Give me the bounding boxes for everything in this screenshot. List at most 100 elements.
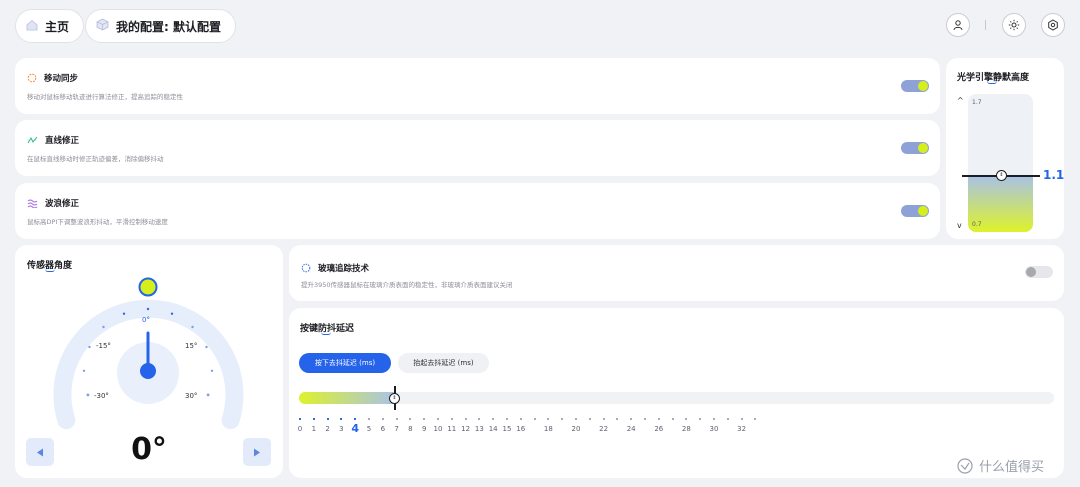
lod-track[interactable] <box>968 94 1033 232</box>
debounce-tick <box>713 418 715 420</box>
angle-label-30: 30° <box>185 392 198 400</box>
dial-tick <box>102 325 105 329</box>
debounce-tick-label[interactable]: 32 <box>737 425 746 433</box>
home-icon <box>26 19 38 34</box>
sun-icon <box>1008 19 1020 31</box>
lod-up-arrow[interactable]: ^ <box>957 96 964 105</box>
debounce-fill <box>299 392 395 404</box>
lod-min-label: 0.7 <box>972 221 982 228</box>
debounce-tick-label[interactable]: 0 <box>298 425 302 433</box>
lod-value: 1.1 <box>1043 168 1065 182</box>
debounce-tick <box>326 418 329 420</box>
angle-snap-toggle[interactable] <box>901 142 929 154</box>
debounce-tick <box>354 418 357 420</box>
settings-button[interactable] <box>1041 13 1065 37</box>
angle-handle <box>138 277 158 297</box>
debounce-tick-label[interactable]: 10 <box>434 425 443 433</box>
debounce-tick-label[interactable]: 9 <box>422 425 426 433</box>
debounce-tick <box>657 418 660 420</box>
lod-down-arrow[interactable]: v <box>957 221 962 230</box>
debounce-tick-label[interactable]: 11 <box>447 425 456 433</box>
angle-dial[interactable] <box>15 265 283 445</box>
debounce-tick <box>492 418 495 420</box>
line-correction-icon <box>27 136 38 144</box>
debounce-tick-label[interactable]: 24 <box>627 425 636 433</box>
debounce-tick-label[interactable]: 13 <box>475 425 484 433</box>
debounce-tick-label[interactable]: 16 <box>516 425 525 433</box>
tab-press-debounce[interactable]: 按下去抖延迟 (ms) <box>299 353 391 373</box>
glass-title: 玻璃追踪技术 <box>318 264 370 274</box>
debounce-track[interactable] <box>299 392 1054 404</box>
dial-tick <box>88 345 91 349</box>
dial-tick <box>146 307 150 311</box>
debounce-minor-tick <box>533 418 536 420</box>
glass-tracking-toggle[interactable] <box>1025 266 1053 278</box>
debounce-title: 按键防抖延迟 <box>300 324 355 335</box>
debounce-tick <box>602 418 605 420</box>
debounce-tick <box>478 418 481 420</box>
debounce-tick-label[interactable]: 22 <box>599 425 608 433</box>
ripple-control-toggle[interactable] <box>901 205 929 217</box>
debounce-tick-label[interactable]: 15 <box>503 425 512 433</box>
debounce-tick-label[interactable]: 6 <box>381 425 385 433</box>
debounce-tick <box>368 418 370 420</box>
dial-tick <box>191 325 194 329</box>
debounce-tick-label[interactable]: 4 <box>351 422 359 435</box>
debounce-tick <box>575 418 577 420</box>
dial-tick <box>205 345 208 349</box>
debounce-tick <box>740 418 743 420</box>
home-button[interactable]: 主页 <box>15 9 85 43</box>
debounce-tick-label[interactable]: 28 <box>682 425 691 433</box>
watermark: 什么值得买 <box>955 456 1044 475</box>
angle-label-15: 15° <box>185 342 198 350</box>
option-title: 波浪修正 <box>45 199 80 209</box>
option-card-ripple-control: 波浪修正 鼠标高DPI下调整波浪形抖动，平滑控制移动速度 <box>15 183 940 239</box>
debounce-tick <box>381 418 384 420</box>
debounce-tick <box>464 418 467 420</box>
debounce-tick-label[interactable]: 1 <box>312 425 316 433</box>
gear-icon <box>1048 19 1058 31</box>
debounce-minor-tick <box>699 418 702 420</box>
dial-tick <box>206 393 210 397</box>
debounce-minor-tick <box>588 418 591 420</box>
lod-handle[interactable]: ⇕ <box>996 170 1007 181</box>
debounce-tick <box>340 418 343 420</box>
debounce-tick <box>685 418 688 420</box>
debounce-tick <box>409 418 412 420</box>
dial-tick <box>170 312 174 315</box>
debounce-handle[interactable]: ⇕ <box>389 393 400 404</box>
header-divider <box>985 20 986 30</box>
debounce-tick-label[interactable]: 20 <box>572 425 581 433</box>
option-title: 直线修正 <box>45 136 80 146</box>
debounce-tick-label[interactable]: 12 <box>461 425 470 433</box>
lod-card: 光学引擎静默高度 ^ v 1.7 0.7 ⇕ 1.1 <box>946 58 1064 239</box>
debounce-tick-label[interactable]: 5 <box>367 425 371 433</box>
config-label: 我的配置: 默认配置 <box>116 19 221 34</box>
debounce-tick-label[interactable]: 3 <box>339 425 343 433</box>
option-card-angle-snap: 直线修正 在鼠标直线移动时修正轨迹偏差，消除偏移抖动 <box>15 120 940 176</box>
user-button[interactable] <box>946 13 970 37</box>
debounce-tick-label[interactable]: 8 <box>408 425 412 433</box>
debounce-tick <box>547 418 550 420</box>
watermark-logo-icon <box>957 457 973 474</box>
config-selector-button[interactable]: 我的配置: 默认配置 <box>85 9 236 43</box>
motion-sync-icon <box>27 73 37 83</box>
angle-label-0: 0° <box>142 316 150 324</box>
angle-label-neg15: -15° <box>96 342 111 350</box>
debounce-tick <box>437 418 439 420</box>
debounce-tick-label[interactable]: 18 <box>544 425 553 433</box>
debounce-minor-tick <box>671 418 674 420</box>
user-icon <box>953 20 963 31</box>
motion-sync-toggle[interactable] <box>901 80 929 92</box>
debounce-minor-tick <box>726 418 729 420</box>
tab-release-debounce[interactable]: 抬起去抖延迟 (ms) <box>398 353 489 373</box>
debounce-tick <box>450 418 453 420</box>
glass-tracking-card: 玻璃追踪技术 提升3950传感器鼠标在玻璃介质表面的稳定性，非玻璃介质表面建议关… <box>289 245 1064 301</box>
brightness-button[interactable] <box>1002 13 1026 37</box>
debounce-tick-label[interactable]: 30 <box>710 425 719 433</box>
wave-icon <box>27 199 38 208</box>
debounce-tick-label[interactable]: 7 <box>394 425 398 433</box>
debounce-tick-label[interactable]: 2 <box>325 425 329 433</box>
debounce-tick-label[interactable]: 26 <box>654 425 663 433</box>
debounce-tick-label[interactable]: 14 <box>489 425 498 433</box>
